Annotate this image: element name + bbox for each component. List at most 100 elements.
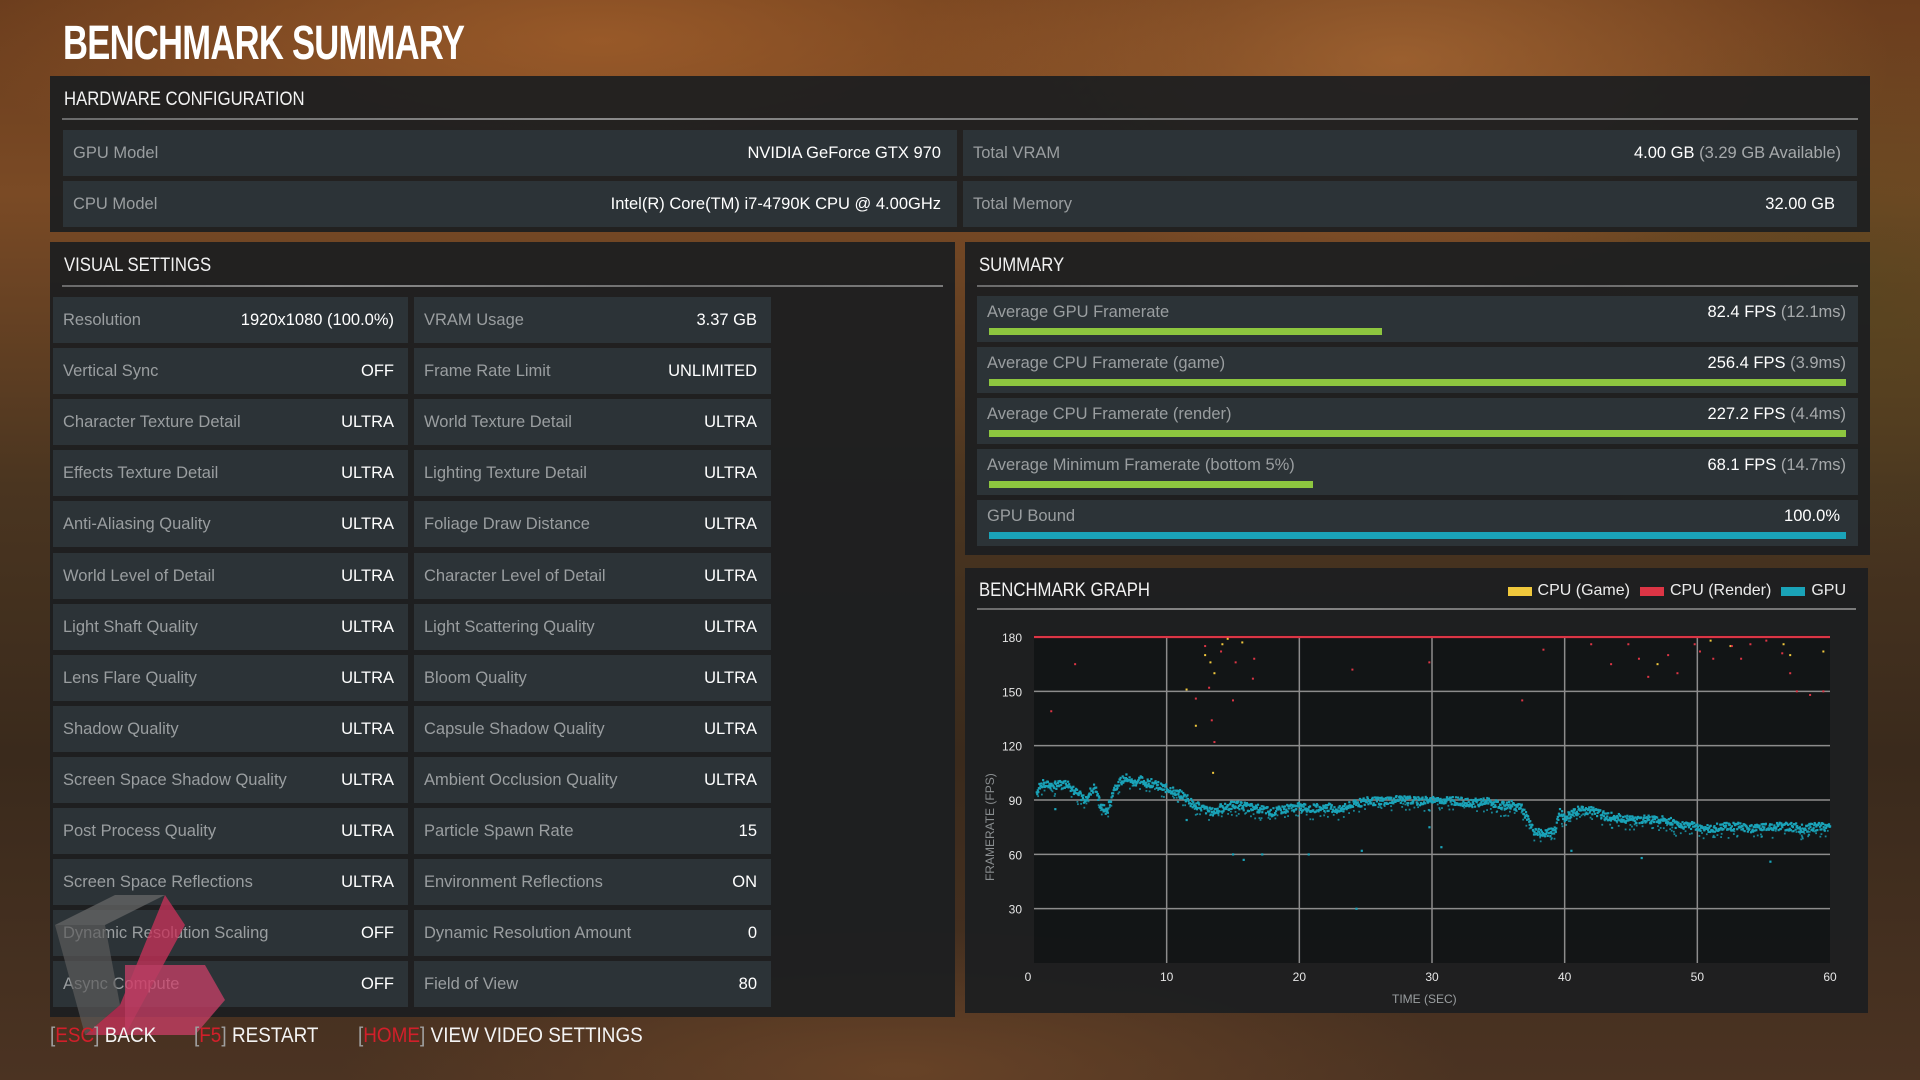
gpu-point [1377, 796, 1380, 799]
gpu-point [1117, 780, 1120, 784]
gpu-point [1698, 835, 1701, 837]
setting-row: Character Level of Detail ULTRA [414, 552, 771, 599]
cpu-render-point [1730, 645, 1733, 648]
gpu-point [1625, 817, 1628, 820]
gpu-point [1451, 795, 1454, 799]
summary-value: 100.0% [1784, 506, 1840, 526]
gpu-point [1819, 835, 1822, 838]
gpu-point [1256, 803, 1260, 806]
gpu-point [1771, 836, 1774, 839]
gpu-point [1546, 834, 1549, 838]
gpu-point [1240, 801, 1243, 804]
summary-ms: (14.7ms) [1780, 456, 1846, 474]
gpu-point [1378, 799, 1382, 802]
gpu-point [1274, 817, 1277, 820]
gpu-point [1684, 830, 1687, 833]
gpu-point [1386, 802, 1390, 805]
key-hint: HOME [363, 1024, 421, 1047]
gpu-point [1616, 821, 1619, 824]
gpu-point [1234, 810, 1237, 813]
gpu-point [1415, 797, 1418, 800]
setting-row: World Texture Detail ULTRA [414, 399, 771, 446]
gpu-point [1230, 807, 1233, 811]
gpu-point [1730, 825, 1734, 828]
gpu-point [1550, 832, 1554, 835]
gpu-point [1568, 811, 1571, 814]
gpu-point [1791, 826, 1795, 829]
gpu-point [1200, 809, 1203, 812]
setting-label: Foliage Draw Distance [424, 515, 590, 534]
setting-label: Dynamic Resolution Amount [424, 924, 632, 943]
setting-label: Character Level of Detail [424, 566, 606, 585]
gpu-point [1774, 829, 1777, 832]
gpu-point [1509, 810, 1511, 813]
gpu-point [1267, 816, 1270, 819]
gpu-point [1606, 815, 1609, 818]
gpu-point [1266, 806, 1269, 809]
gpu-point [1076, 800, 1079, 803]
setting-row: Lighting Texture Detail ULTRA [414, 450, 771, 497]
gpu-point [1672, 830, 1675, 833]
cpu-game-point [1226, 637, 1229, 640]
gpu-point [1671, 823, 1674, 826]
cpu-render-point [1210, 719, 1213, 722]
cpu-game-point [1212, 771, 1215, 774]
gpu-point [1068, 783, 1071, 786]
gpu-point [1209, 813, 1212, 816]
gpu-outlier-point [1570, 849, 1573, 852]
gpu-point [1421, 796, 1424, 799]
setting-label: Effects Texture Detail [63, 464, 219, 483]
gpu-point [1444, 802, 1447, 805]
footer-hint-restart[interactable]: [F5] RESTART [194, 1024, 318, 1048]
gpu-point [1640, 816, 1643, 819]
footer-hint-view-video-settings[interactable]: [HOME] VIEW VIDEO SETTINGS [358, 1024, 643, 1048]
gpu-point [1499, 803, 1502, 806]
gpu-point [1177, 792, 1180, 796]
gpu-outlier-point [1261, 853, 1264, 856]
y-tick-label: 30 [1009, 903, 1023, 917]
total-memory-value: 32.00 GB [1765, 195, 1835, 213]
hardware-panel-title: HARDWARE CONFIGURATION [64, 89, 305, 110]
gpu-point [1533, 830, 1536, 834]
gpu-point [1661, 815, 1664, 818]
gpu-outlier-point [1355, 907, 1358, 910]
gpu-point [1489, 808, 1492, 810]
gpu-point [1550, 837, 1553, 840]
gpu-point [1792, 830, 1795, 833]
gpu-point [1563, 813, 1566, 816]
gpu-point [1401, 805, 1404, 808]
gpu-point [1053, 786, 1056, 790]
gpu-point [1272, 807, 1275, 810]
gpu-point [1198, 803, 1201, 806]
gpu-point [1377, 806, 1380, 809]
hint-label: BACK [104, 1024, 157, 1047]
gpu-point [1590, 805, 1593, 809]
gpu-point [1038, 787, 1042, 790]
cpu-render-point [1610, 663, 1613, 666]
gpu-point [1186, 797, 1190, 801]
gpu-point [1072, 785, 1075, 788]
gpu-point [1822, 826, 1825, 829]
setting-row: Field of View 80 [414, 961, 771, 1008]
gpu-point [1347, 806, 1350, 810]
setting-value: ULTRA [341, 464, 394, 483]
gpu-point [1524, 811, 1528, 814]
setting-value: ON [732, 873, 757, 892]
gpu-point [1705, 833, 1708, 836]
gpu-point [1523, 808, 1526, 811]
x-tick-label: 10 [1160, 970, 1174, 984]
gpu-point [1404, 808, 1407, 811]
gpu-point [1245, 804, 1248, 808]
footer-hint-back[interactable]: [ESC] BACK [50, 1024, 156, 1048]
gpu-point [1669, 816, 1672, 820]
gpu-point [1688, 833, 1691, 835]
gpu-point [1250, 815, 1252, 818]
gpu-point [1325, 806, 1329, 809]
key-hint: ESC [55, 1024, 95, 1047]
gpu-outlier-point [1428, 826, 1431, 829]
gpu-point [1657, 825, 1659, 828]
gpu-point [1111, 794, 1114, 798]
cpu-render-point [1194, 697, 1197, 700]
gpu-point [1255, 806, 1259, 809]
summary-row: GPU Bound 100.0% [977, 500, 1858, 546]
